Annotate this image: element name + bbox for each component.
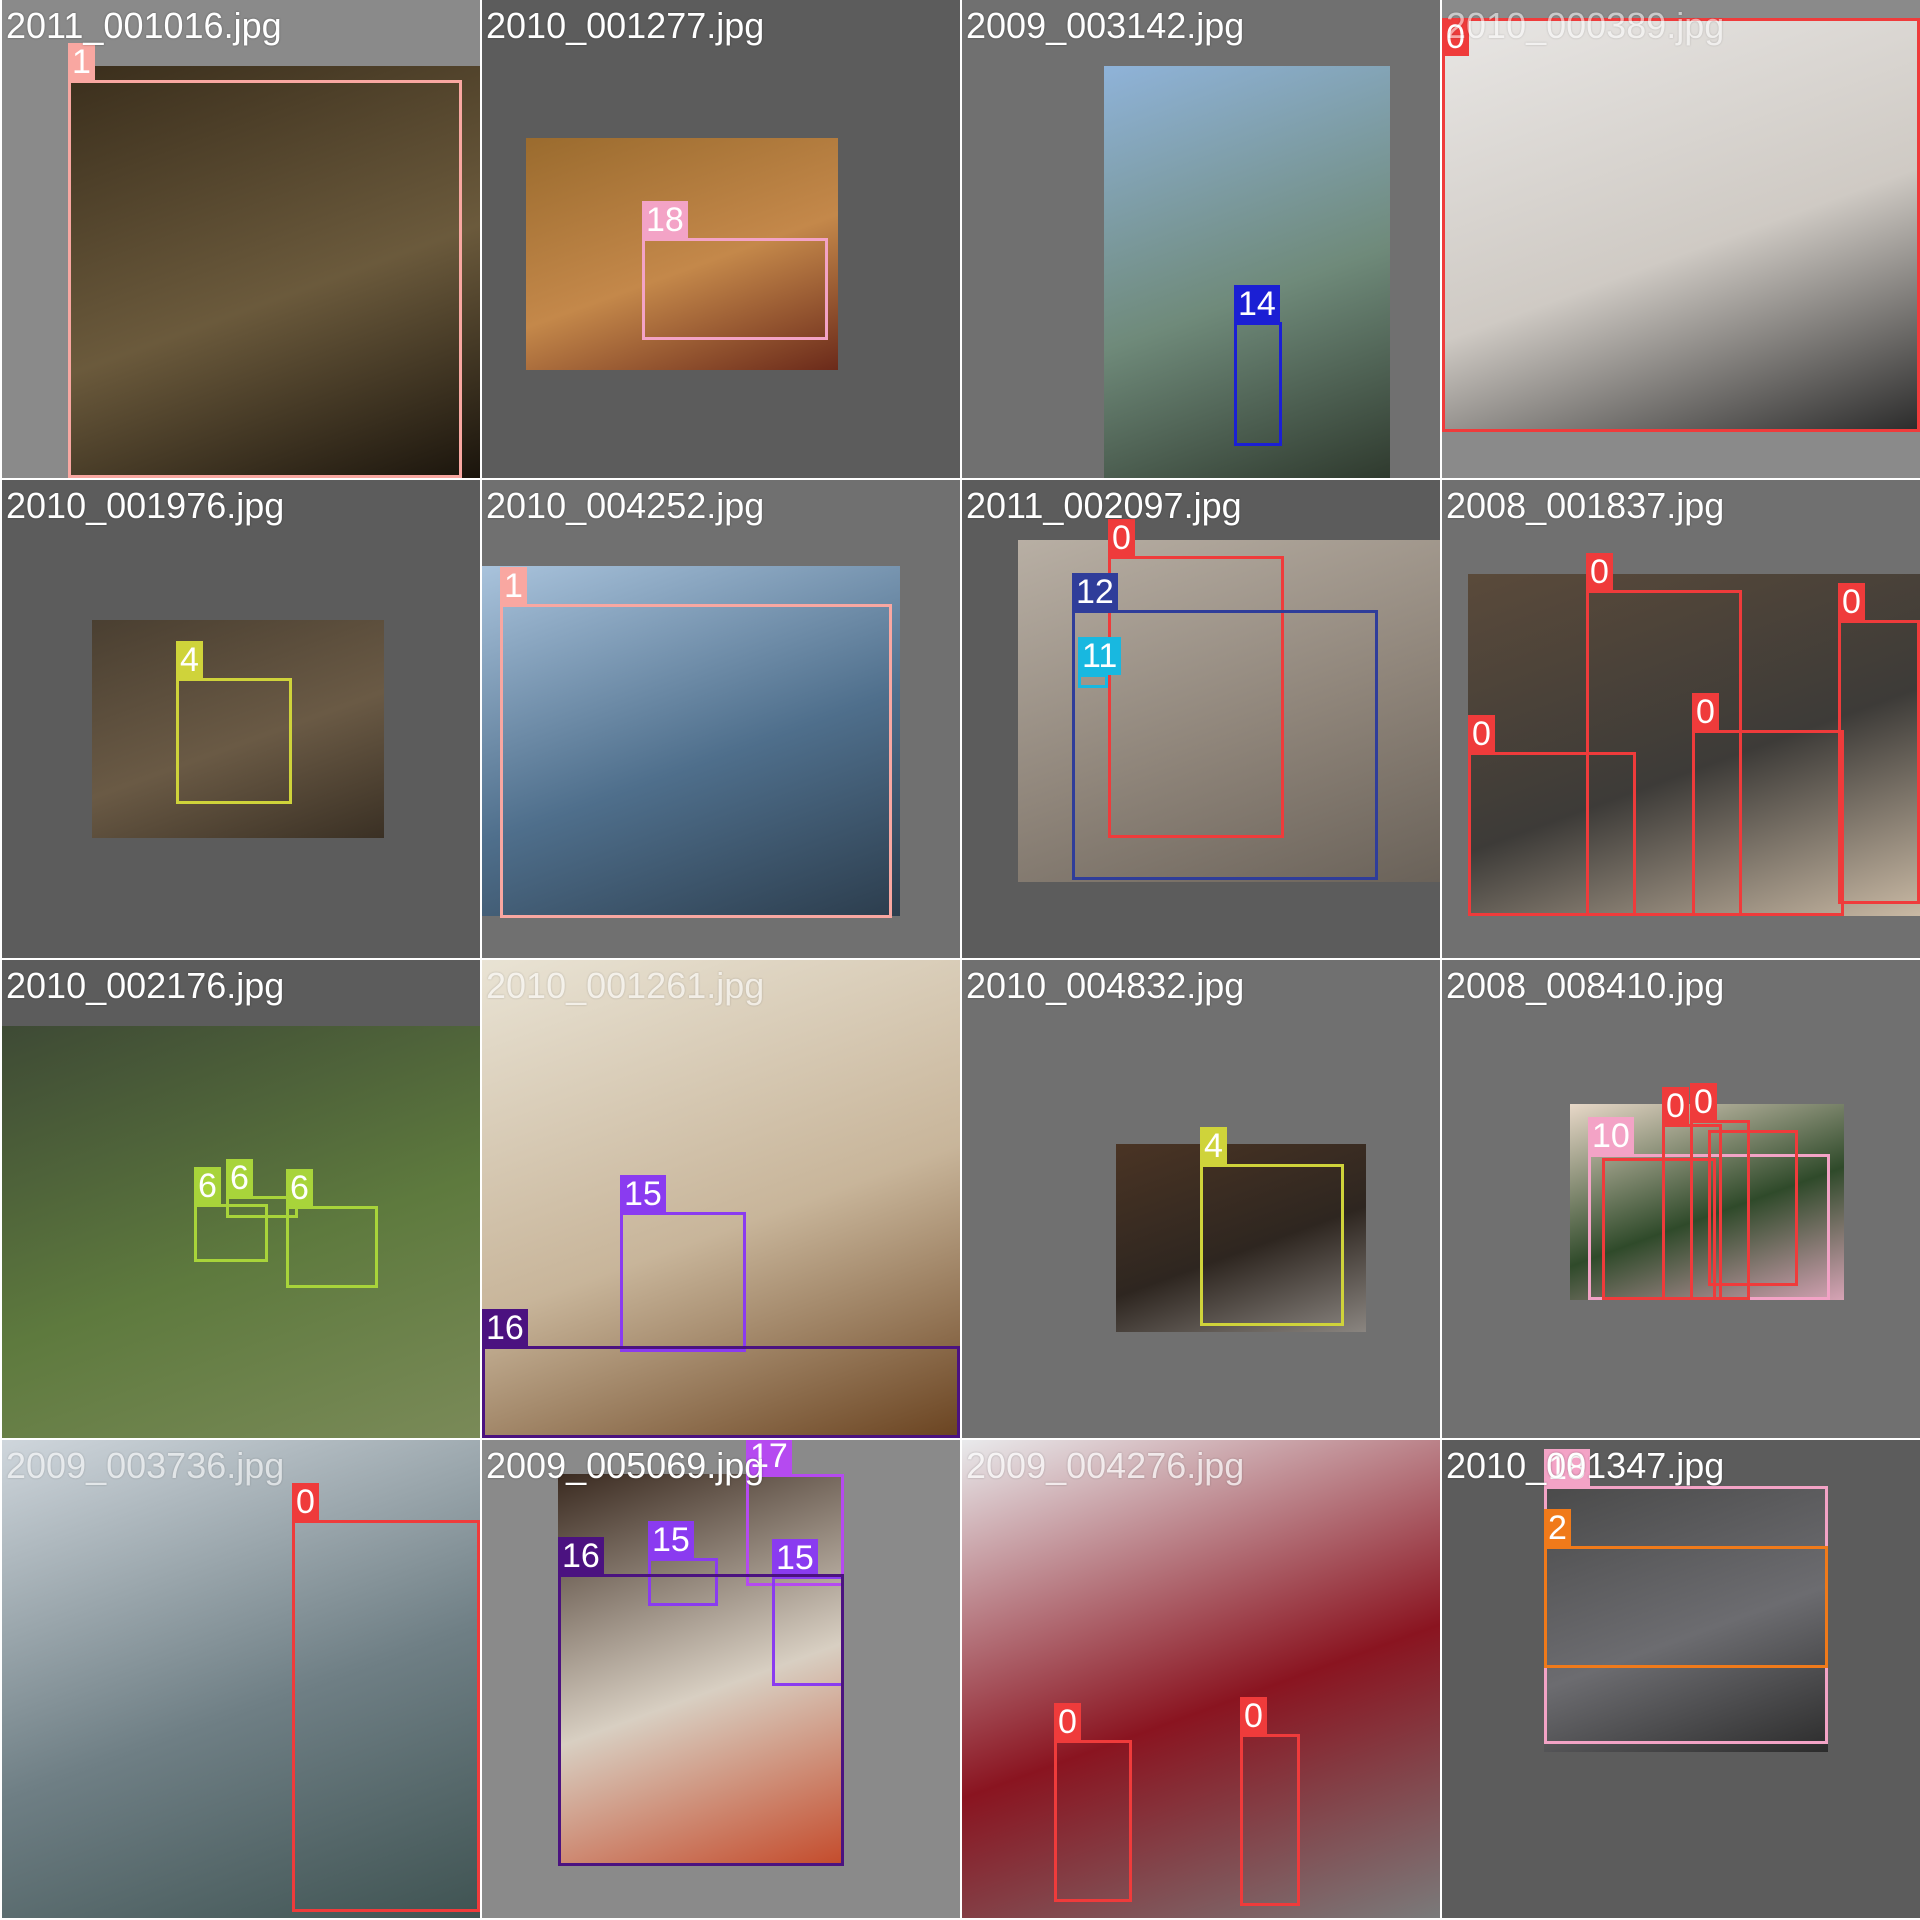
mosaic-grid: 1 2011_001016.jpg 18 2010_001277.jpg 14 … — [0, 0, 1920, 1920]
bbox-class-label: 15 — [620, 1175, 666, 1213]
bbox-class-label: 4 — [176, 641, 203, 679]
filename-label: 2010_001976.jpg — [6, 485, 285, 526]
filename-label: 2008_001837.jpg — [1446, 485, 1725, 526]
bbox: 4 — [1200, 1127, 1344, 1326]
bbox-class-label: 4 — [1200, 1127, 1227, 1165]
bbox: 1 — [68, 43, 462, 478]
filename-label: 2011_002097.jpg — [966, 485, 1242, 526]
bbox-class-label: 1 — [500, 567, 527, 605]
filename-label: 2011_001016.jpg — [6, 5, 282, 46]
bbox-class-label: 12 — [1072, 573, 1118, 611]
bbox: 1 — [500, 567, 892, 918]
tile-9: 15 16 2010_001261.jpg — [482, 960, 960, 1438]
bbox-class-label: 0 — [1240, 1697, 1267, 1735]
bbox-class-label: 10 — [1588, 1117, 1634, 1155]
bbox-class-label: 0 — [1692, 693, 1719, 731]
bbox-class-label: 0 — [1690, 1083, 1717, 1121]
filename-label: 2010_001347.jpg — [1446, 1445, 1725, 1486]
bbox-class-label: 16 — [482, 1309, 528, 1347]
filename-label: 2010_000389.jpg — [1446, 5, 1725, 46]
bbox: 4 — [176, 641, 292, 804]
bbox-class-label: 1 — [68, 43, 95, 81]
filename-label: 2009_003142.jpg — [966, 5, 1245, 46]
bbox-class-label: 6 — [226, 1159, 253, 1197]
bbox-class-label: 0 — [1662, 1087, 1689, 1125]
bbox: 0 — [1240, 1697, 1300, 1906]
bbox: 16 — [482, 1309, 960, 1438]
filename-label: 2010_002176.jpg — [6, 965, 285, 1006]
bbox: 2 — [1544, 1509, 1828, 1668]
bbox-class-label: 14 — [1234, 285, 1280, 323]
photo — [962, 1440, 1440, 1918]
bbox: 0 — [1602, 1158, 1716, 1300]
bbox-class-label: 0 — [1838, 583, 1865, 621]
bbox: 0 — [1054, 1703, 1132, 1902]
tile-7: 0 0 0 0 0 2008_001837.jpg — [1442, 480, 1920, 958]
tile-4: 4 2010_001976.jpg — [2, 480, 480, 958]
filename-label: 2010_004252.jpg — [486, 485, 765, 526]
tile-0: 1 2011_001016.jpg — [2, 0, 480, 478]
tile-5: 1 2010_004252.jpg — [482, 480, 960, 958]
tile-2: 14 2009_003142.jpg — [962, 0, 1440, 478]
tile-6: 0 12 11 2011_002097.jpg — [962, 480, 1440, 958]
filename-label: 2009_005069.jpg — [486, 1445, 765, 1486]
filename-label: 2010_001277.jpg — [486, 5, 765, 46]
bbox-class-label: 18 — [642, 201, 688, 239]
tile-14: 0 0 2009_004276.jpg — [962, 1440, 1440, 1918]
bbox-class-label: 15 — [772, 1539, 818, 1577]
bbox: 14 — [1234, 285, 1282, 446]
tile-12: 0 2009_003736.jpg — [2, 1440, 480, 1918]
bbox-class-label: 6 — [286, 1169, 313, 1207]
bbox: 18 — [642, 201, 828, 340]
tile-11: 10 0 0 0 0 2008_008410.jpg — [1442, 960, 1920, 1438]
bbox: 6 — [286, 1169, 378, 1288]
tile-10: 4 2010_004832.jpg — [962, 960, 1440, 1438]
bbox: 0 — [1442, 18, 1920, 432]
tile-13: 17 15 15 16 15 2009_005069.jpg — [482, 1440, 960, 1918]
bbox: 15 — [620, 1175, 746, 1352]
bbox-class-label: 0 — [292, 1483, 319, 1521]
bbox-class-label: 2 — [1544, 1509, 1571, 1547]
filename-label: 2008_008410.jpg — [1446, 965, 1725, 1006]
bbox: 0 — [1692, 693, 1844, 916]
filename-label: 2009_004276.jpg — [966, 1445, 1245, 1486]
bbox: 0 — [1468, 715, 1636, 916]
bbox: 0 — [1708, 1130, 1798, 1286]
bbox-class-label: 0 — [1586, 553, 1613, 591]
bbox-class-label: 0 — [1054, 1703, 1081, 1741]
bbox: 11 — [1078, 637, 1122, 688]
bbox-class-label: 6 — [194, 1167, 221, 1205]
bbox: 0 — [292, 1483, 480, 1912]
bbox-class-label: 11 — [1078, 637, 1122, 675]
bbox-class-label: 0 — [1468, 715, 1495, 753]
filename-label: 2010_004832.jpg — [966, 965, 1245, 1006]
tile-15: 18 2 2010_001347.jpg — [1442, 1440, 1920, 1918]
tile-1: 18 2010_001277.jpg — [482, 0, 960, 478]
bbox: 16 — [558, 1537, 844, 1866]
filename-label: 2009_003736.jpg — [6, 1445, 285, 1486]
bbox: 0 — [1838, 583, 1920, 904]
tile-8: 6 6 6 2010_002176.jpg — [2, 960, 480, 1438]
bbox-class-label: 15 — [648, 1521, 694, 1559]
bbox-class-label: 16 — [558, 1537, 604, 1575]
bbox: 15 — [782, 1590, 790, 1598]
bbox: 0 — [1644, 752, 1652, 760]
filename-label: 2010_001261.jpg — [486, 965, 765, 1006]
tile-3: 0 2010_000389.jpg — [1442, 0, 1920, 478]
